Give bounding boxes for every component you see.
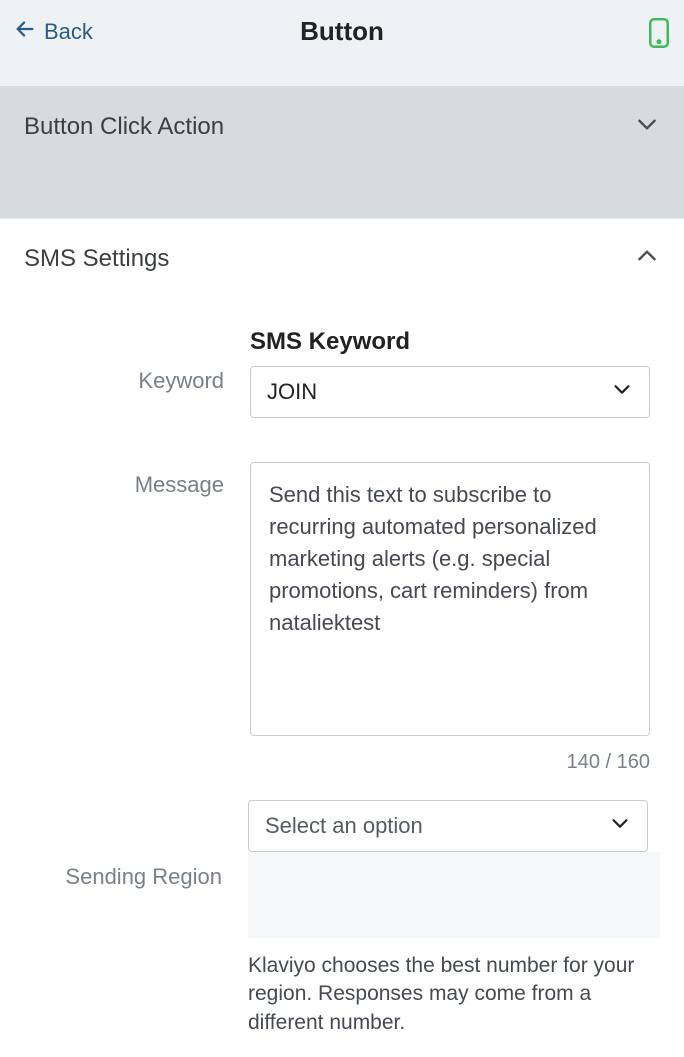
sending-region-placeholder: Select an option — [265, 813, 423, 839]
button-click-action-section[interactable]: Button Click Action — [0, 86, 684, 166]
keyword-heading: SMS Keyword — [250, 328, 660, 356]
back-button[interactable]: Back — [14, 18, 93, 46]
keyword-select-value: JOIN — [267, 379, 317, 405]
mobile-preview-button[interactable] — [648, 18, 670, 53]
chevron-down-icon — [634, 111, 660, 142]
sms-settings-section[interactable]: SMS Settings — [0, 218, 684, 298]
message-label: Message — [24, 472, 224, 498]
chevron-up-icon — [634, 243, 660, 274]
sending-region-row: Sending Region Select an option Klaviyo … — [24, 800, 660, 1037]
keyword-label: Keyword — [24, 368, 224, 394]
header: Back Button — [0, 0, 684, 86]
region-preview-box — [248, 852, 660, 938]
message-char-count: 140 / 160 — [250, 751, 650, 774]
section-spacer — [0, 166, 684, 218]
chevron-down-icon — [611, 378, 633, 406]
sending-region-help: Klaviyo chooses the best number for your… — [248, 952, 648, 1037]
keyword-label-col: Keyword — [24, 328, 250, 394]
message-row: Message 140 / 160 — [24, 462, 660, 774]
message-input-col: 140 / 160 — [250, 462, 660, 774]
message-textarea[interactable] — [250, 462, 650, 736]
section-title: SMS Settings — [24, 245, 169, 273]
keyword-select[interactable]: JOIN — [250, 366, 650, 418]
sending-region-select[interactable]: Select an option — [248, 800, 648, 852]
chevron-down-icon — [609, 812, 631, 840]
page-title: Button — [300, 16, 384, 47]
sending-region-label-col: Sending Region — [24, 800, 248, 890]
sending-region-input-col: Select an option Klaviyo chooses the bes… — [248, 800, 660, 1037]
keyword-input-col: SMS Keyword JOIN — [250, 328, 660, 418]
back-label: Back — [44, 19, 93, 45]
sending-region-label: Sending Region — [24, 864, 222, 890]
sms-settings-body: Keyword SMS Keyword JOIN Message 140 / 1… — [0, 298, 684, 1057]
message-label-col: Message — [24, 462, 250, 498]
keyword-row: Keyword SMS Keyword JOIN — [24, 328, 660, 418]
arrow-left-icon — [14, 18, 36, 46]
section-title: Button Click Action — [24, 113, 224, 141]
mobile-icon — [648, 35, 670, 52]
